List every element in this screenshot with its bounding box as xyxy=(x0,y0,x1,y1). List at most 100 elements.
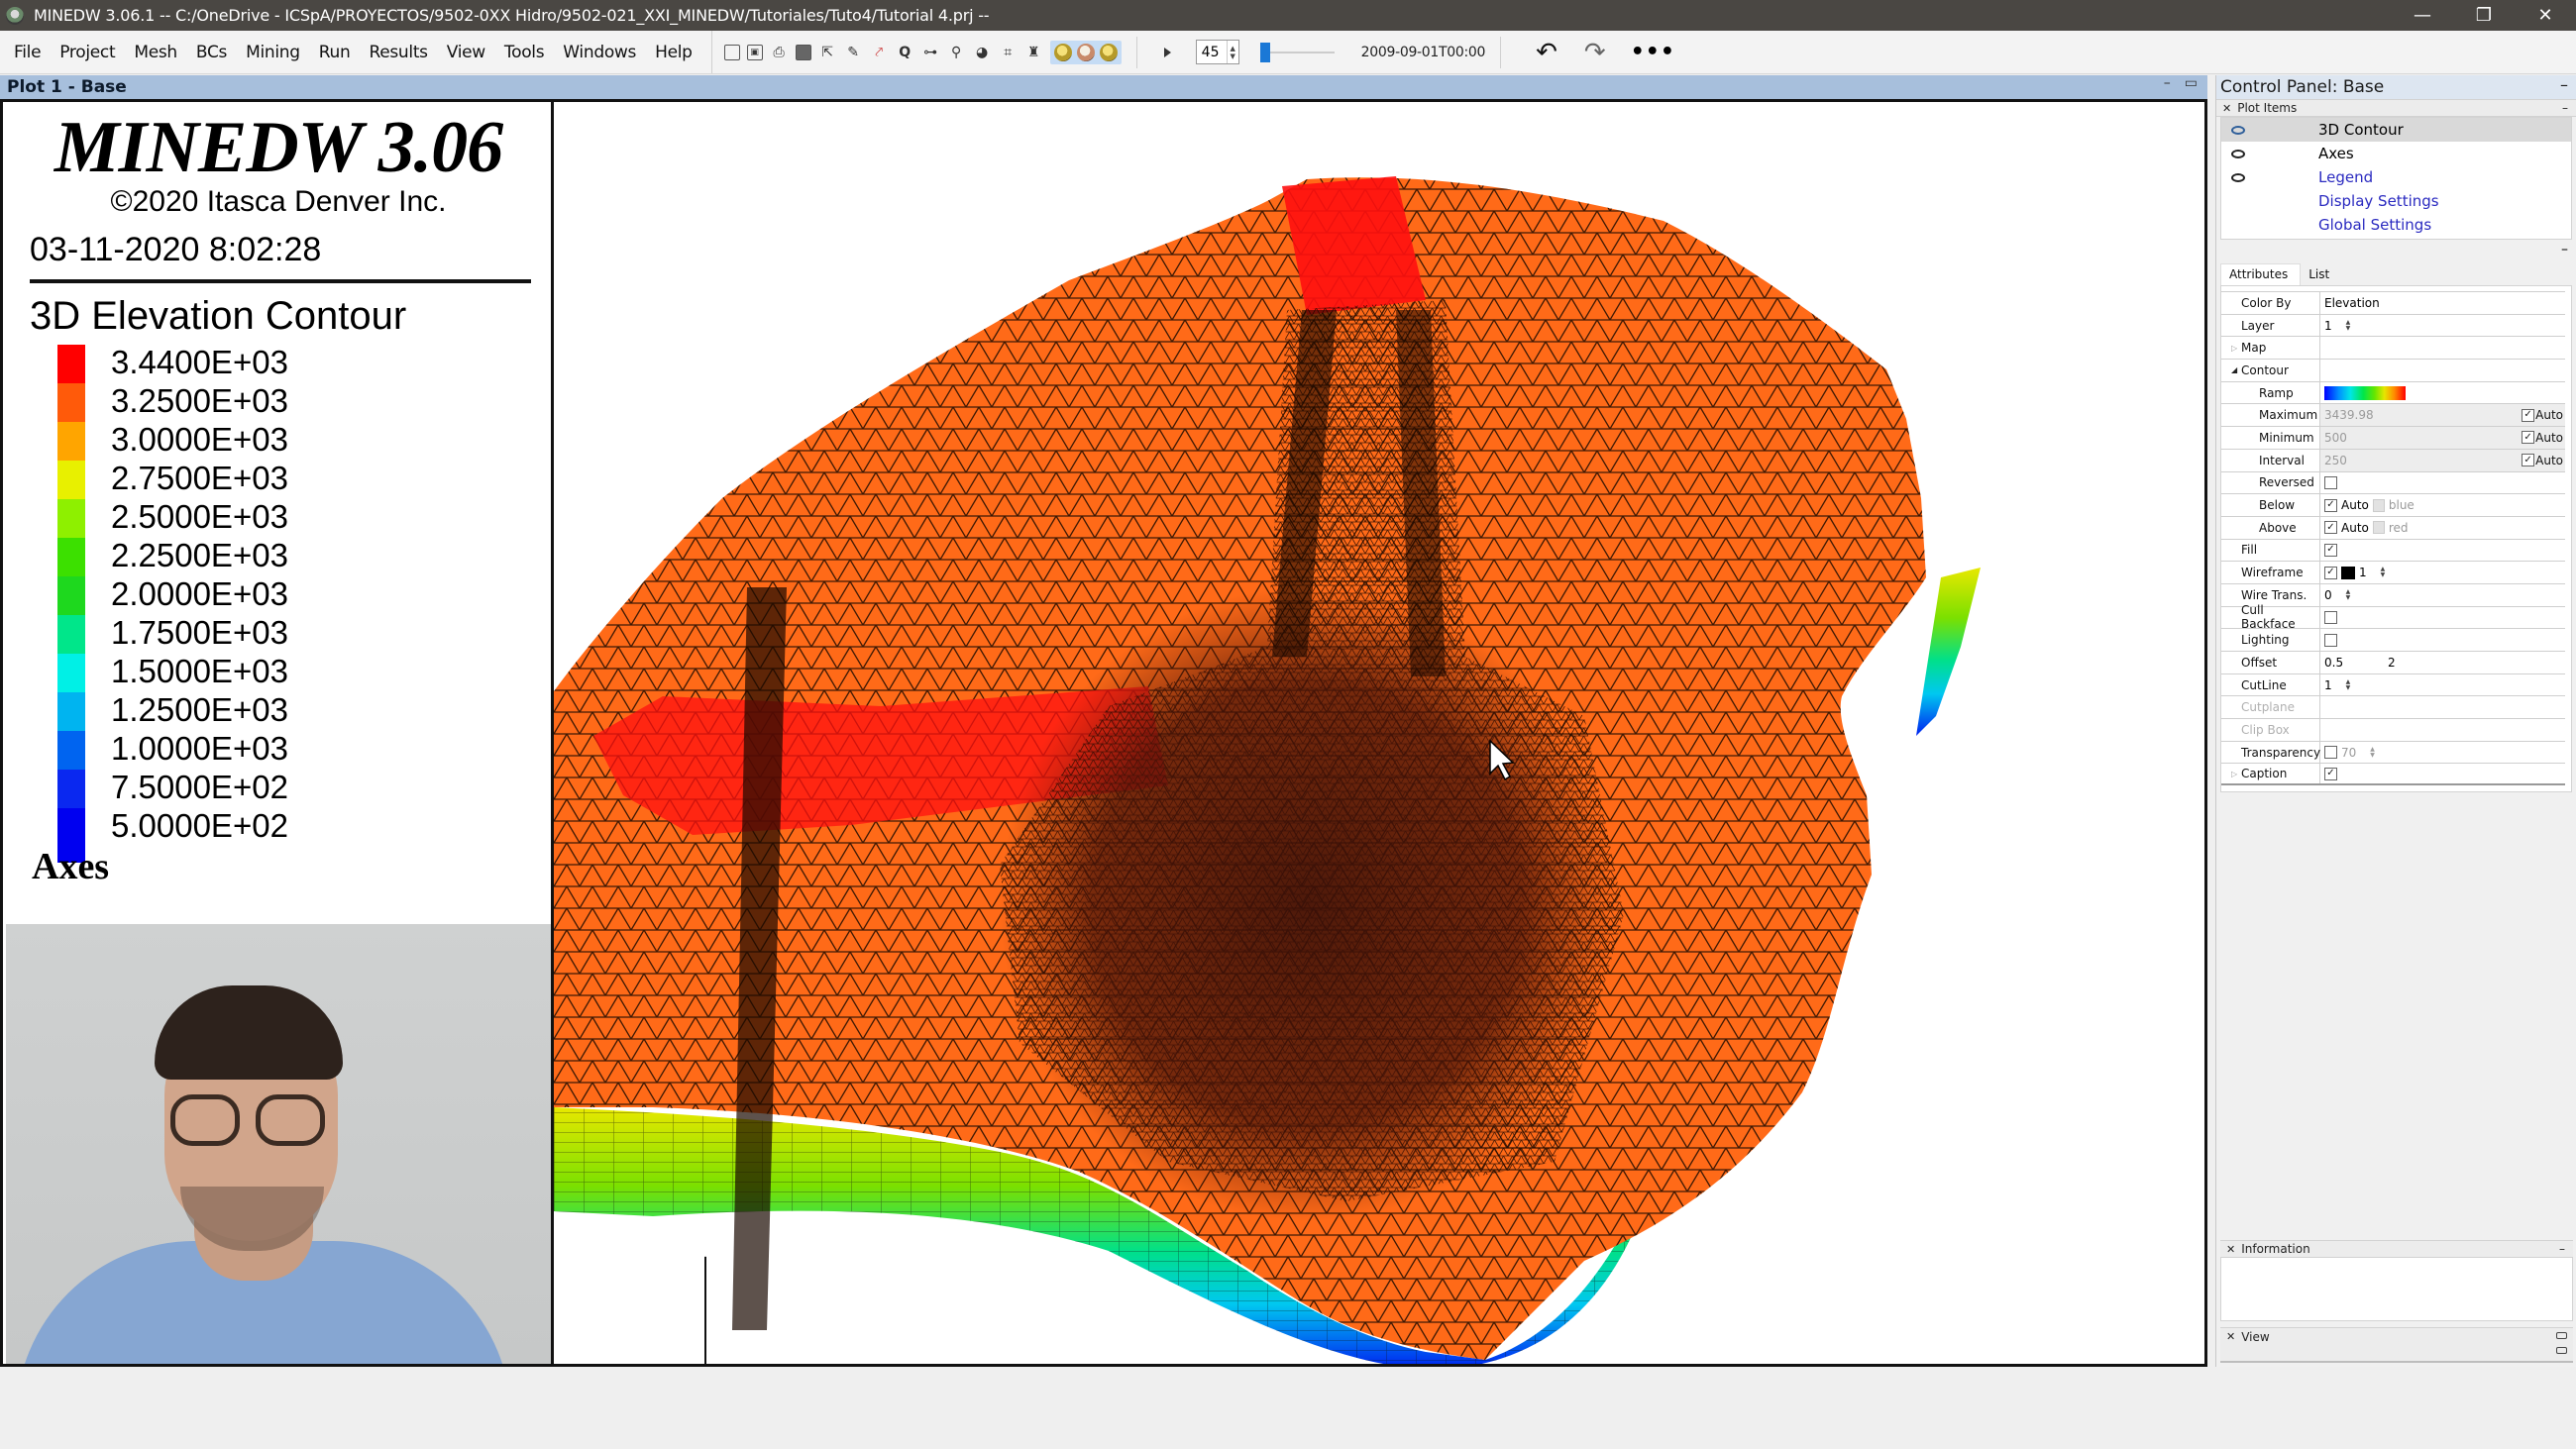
view-restore-icon[interactable] xyxy=(2556,1332,2567,1339)
wire-trans-value[interactable]: 0 xyxy=(2324,588,2332,602)
layer-value[interactable]: 1 xyxy=(2324,319,2332,333)
transparency-spinner-icon[interactable]: ▲ ▼ xyxy=(2370,746,2375,759)
menu-mesh[interactable]: Mesh xyxy=(134,43,177,62)
link-icon[interactable]: ⊶ xyxy=(921,43,940,61)
close-button[interactable]: ✕ xyxy=(2515,0,2576,31)
control-panel-minimize-button[interactable]: – xyxy=(2560,75,2568,94)
cull-backface-checkbox[interactable] xyxy=(2324,610,2337,624)
maximum-value[interactable]: 3439.98 xyxy=(2324,408,2374,422)
print-icon[interactable]: ⎙ xyxy=(770,43,789,61)
offset-factor-value[interactable]: 0.5 xyxy=(2324,656,2384,670)
tab-attributes[interactable]: Attributes xyxy=(2220,263,2302,285)
attr-row-map[interactable]: ▷ Map xyxy=(2221,336,2565,360)
view-iso-icon[interactable] xyxy=(1099,43,1118,61)
stamp-icon[interactable]: ♜ xyxy=(1024,43,1043,61)
close-icon[interactable]: ✕ xyxy=(2226,1243,2235,1256)
transparency-checkbox[interactable] xyxy=(2324,746,2337,760)
offset-units-value[interactable]: 2 xyxy=(2388,656,2396,670)
menu-tools[interactable]: Tools xyxy=(504,43,545,62)
plot-minimize-button[interactable]: – xyxy=(2164,75,2171,91)
ramp-preview[interactable] xyxy=(2324,385,2406,400)
minimum-value[interactable]: 500 xyxy=(2324,431,2347,445)
expand-icon[interactable]: ▷ xyxy=(2231,344,2237,353)
slider-handle[interactable] xyxy=(1259,42,1270,62)
plot-item-axes[interactable]: Axes xyxy=(2221,142,2571,165)
plot-item-3d-contour[interactable]: 3D Contour xyxy=(2221,118,2571,142)
menu-view[interactable]: View xyxy=(447,43,485,62)
color-by-value[interactable]: Elevation xyxy=(2324,296,2380,310)
above-color-button[interactable] xyxy=(2372,521,2385,535)
eye-icon[interactable] xyxy=(2231,172,2245,182)
menu-windows[interactable]: Windows xyxy=(563,43,636,62)
menu-project[interactable]: Project xyxy=(59,43,115,62)
spin-arrows-icon[interactable]: ▲ ▼ xyxy=(1226,41,1238,63)
menu-run[interactable]: Run xyxy=(319,43,351,62)
below-auto-checkbox[interactable]: ✓ xyxy=(2324,498,2337,512)
time-slider[interactable] xyxy=(1259,41,1335,64)
menu-help[interactable]: Help xyxy=(655,43,693,62)
step-spinbox[interactable]: 45 ▲ ▼ xyxy=(1195,40,1239,64)
redo-icon[interactable]: ↷ xyxy=(1584,38,1606,67)
mesh-3d-view[interactable] xyxy=(554,102,2204,1367)
pick-icon[interactable]: ✎ xyxy=(844,43,863,61)
plot-item-global-settings[interactable]: Global Settings xyxy=(2221,213,2571,237)
view-top-icon[interactable] xyxy=(1053,43,1072,61)
plot-items-minimize-button[interactable]: – xyxy=(2562,101,2568,115)
layer-spinner-icon[interactable]: ▲ ▼ xyxy=(2346,319,2351,332)
attr-row-contour[interactable]: ◢ Contour xyxy=(2221,359,2565,381)
frame-icon[interactable]: ⌗ xyxy=(999,43,1018,61)
close-icon[interactable]: ✕ xyxy=(2222,102,2231,115)
menu-mining[interactable]: Mining xyxy=(246,43,300,62)
reversed-checkbox[interactable] xyxy=(2324,475,2337,489)
wireframe-spinner-icon[interactable]: ▲ ▼ xyxy=(2381,567,2386,578)
undo-icon[interactable]: ↶ xyxy=(1536,38,1557,67)
menu-file[interactable]: File xyxy=(14,43,42,62)
wireframe-checkbox[interactable]: ✓ xyxy=(2324,566,2337,579)
restore-button[interactable]: ❐ xyxy=(2453,0,2515,31)
transparency-value[interactable]: 70 xyxy=(2341,746,2356,760)
new-file-icon[interactable] xyxy=(723,44,740,60)
globe-icon[interactable]: ◕ xyxy=(973,43,992,61)
save-icon[interactable] xyxy=(795,44,811,60)
expand-icon[interactable]: ▷ xyxy=(2231,770,2237,778)
play-icon[interactable] xyxy=(1163,47,1171,57)
plot-item-legend[interactable]: Legend xyxy=(2221,165,2571,189)
attr-row-caption[interactable]: ▷ Caption ✓ xyxy=(2221,763,2565,786)
interval-auto-checkbox[interactable]: ✓ xyxy=(2522,454,2535,467)
attributes-minimize-button[interactable]: – xyxy=(2561,242,2568,258)
minimize-button[interactable]: — xyxy=(2392,0,2453,31)
collapse-icon[interactable]: ◢ xyxy=(2231,365,2237,374)
fill-checkbox[interactable]: ✓ xyxy=(2324,543,2337,557)
minimum-auto-checkbox[interactable]: ✓ xyxy=(2522,431,2535,445)
cutline-value[interactable]: 1 xyxy=(2324,678,2332,692)
attr-label: Lighting xyxy=(2221,629,2320,651)
more-options-icon[interactable]: ••• xyxy=(1631,40,1675,64)
plot-item-display-settings[interactable]: Display Settings xyxy=(2221,189,2571,213)
wireframe-color-swatch[interactable] xyxy=(2341,566,2355,579)
tab-list[interactable]: List xyxy=(2301,264,2341,285)
interval-value[interactable]: 250 xyxy=(2324,454,2347,467)
plot-maximize-button[interactable]: ▭ xyxy=(2185,75,2198,91)
wire-trans-spinner-icon[interactable]: ▲ ▼ xyxy=(2346,588,2351,601)
eye-icon[interactable] xyxy=(2231,125,2245,135)
select-pointer-icon[interactable]: ⇱ xyxy=(818,43,837,61)
close-icon[interactable]: ✕ xyxy=(2226,1330,2235,1343)
lighting-checkbox[interactable] xyxy=(2324,633,2337,647)
above-auto-checkbox[interactable]: ✓ xyxy=(2324,521,2337,535)
zoom-icon[interactable]: Q xyxy=(896,43,914,61)
information-minimize-button[interactable]: – xyxy=(2559,1242,2565,1256)
menu-results[interactable]: Results xyxy=(369,43,428,62)
eye-icon[interactable] xyxy=(2231,149,2245,158)
cutline-spinner-icon[interactable]: ▲ ▼ xyxy=(2346,678,2351,691)
below-color-button[interactable] xyxy=(2372,498,2385,512)
caption-checkbox[interactable]: ✓ xyxy=(2324,767,2337,780)
menu-bcs[interactable]: BCs xyxy=(196,43,228,62)
view-restore-icon[interactable] xyxy=(2556,1347,2567,1354)
open-icon[interactable]: ▣ xyxy=(746,44,763,60)
network-icon[interactable]: ⚲ xyxy=(947,43,966,61)
maximum-auto-checkbox[interactable]: ✓ xyxy=(2522,408,2535,422)
edge-select-icon[interactable]: ⤤ xyxy=(870,43,889,61)
plot-canvas[interactable]: MINEDW 3.06 ©2020 Itasca Denver Inc. 03-… xyxy=(0,99,2207,1367)
view-side-icon[interactable] xyxy=(1076,43,1095,61)
wireframe-width-value[interactable]: 1 xyxy=(2359,566,2367,579)
